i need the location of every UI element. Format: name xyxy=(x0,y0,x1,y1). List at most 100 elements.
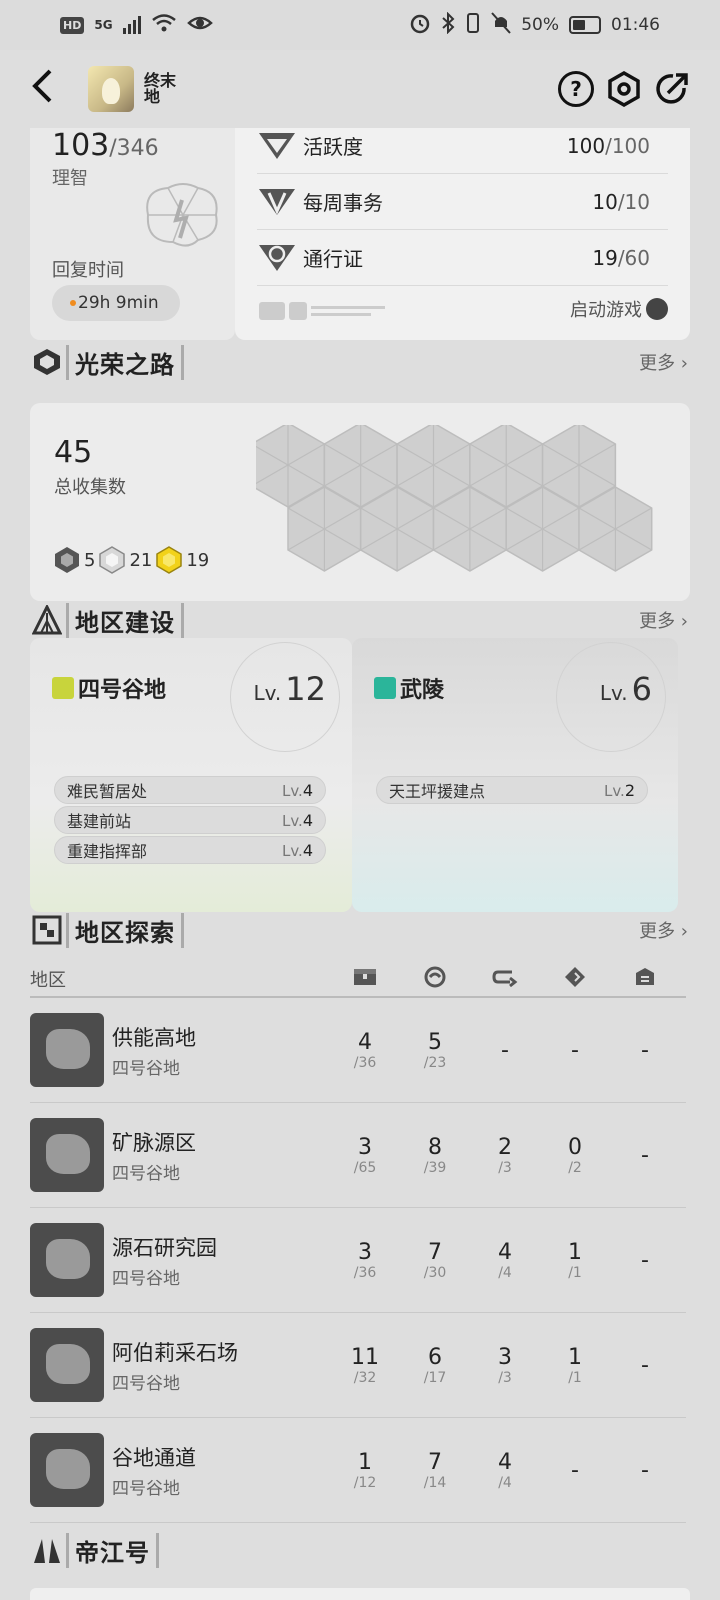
lv-value: 12 xyxy=(285,670,326,708)
dijiang-header: 帝江号 xyxy=(32,1530,688,1570)
cell: - xyxy=(540,1458,610,1483)
settings-hex-icon[interactable] xyxy=(606,71,642,107)
total-collected-label: 总收集数 xyxy=(54,477,126,498)
table-row[interactable]: 源石研究园 四号谷地 3/36 7/30 4/4 1/1 - xyxy=(30,1208,686,1313)
total-collected: 45 xyxy=(54,435,93,470)
cell-total: /36 xyxy=(353,1054,377,1071)
cell: - xyxy=(610,1353,680,1378)
more-link[interactable]: 更多 › xyxy=(639,607,688,633)
crate-icon xyxy=(610,965,680,994)
silver-badge-count: 21 xyxy=(129,549,153,571)
cell-value: 8 xyxy=(428,1134,442,1160)
launch-game-label: 启动游戏 xyxy=(570,300,642,321)
lv-value: 2 xyxy=(624,780,635,800)
cell: 1/1 xyxy=(540,1345,610,1386)
swirl-icon xyxy=(400,965,470,994)
cell-total: /30 xyxy=(423,1264,447,1281)
cell: 1/1 xyxy=(540,1240,610,1281)
lv-prefix: Lv. xyxy=(281,811,303,830)
stat-max: /60 xyxy=(617,245,650,270)
table-row[interactable]: 矿脉源区 四号谷地 3/65 8/39 2/3 0/2 - xyxy=(30,1103,686,1208)
facility-level: Lv.2 xyxy=(604,781,635,800)
back-button[interactable] xyxy=(30,68,80,111)
stat-row-activity: 活跃度 100/100 xyxy=(257,118,668,174)
hex-collection-grid xyxy=(256,425,653,572)
facility-name: 难民暂居处 xyxy=(67,782,148,801)
cell: - xyxy=(610,1143,680,1168)
cell: 1/12 xyxy=(330,1450,400,1491)
cell: - xyxy=(610,1038,680,1063)
status-left: HD 5G xyxy=(60,13,213,38)
cell: 5/23 xyxy=(400,1030,470,1071)
loop-icon xyxy=(470,966,540,993)
table-row[interactable]: 阿伯莉采石场 四号谷地 11/32 6/17 3/3 1/1 - xyxy=(30,1313,686,1418)
help-icon[interactable]: ? xyxy=(558,71,594,107)
lv-value: 4 xyxy=(302,810,313,830)
cell-total: /36 xyxy=(353,1264,377,1281)
cell: 6/17 xyxy=(400,1345,470,1386)
cell-value: 6 xyxy=(428,1344,442,1370)
stat-max: /10 xyxy=(617,189,650,214)
cell-total: /14 xyxy=(423,1474,447,1491)
cell-total: /3 xyxy=(498,1159,512,1176)
gold-badge-count: 19 xyxy=(186,549,210,571)
area-name: 源石研究园 xyxy=(112,1235,217,1260)
battery-icon xyxy=(569,16,601,34)
cell: - xyxy=(470,1038,540,1063)
lv-value: 4 xyxy=(302,840,313,860)
cell: - xyxy=(610,1458,680,1483)
cell: 3/36 xyxy=(330,1240,400,1281)
cell-total: /17 xyxy=(423,1369,447,1386)
sanity-current: 103 xyxy=(52,128,110,163)
cell-total: /23 xyxy=(423,1054,447,1071)
region-name: 四号谷地 xyxy=(52,672,166,704)
row-name: 供能高地 四号谷地 xyxy=(112,1022,330,1079)
cell: 4/36 xyxy=(330,1030,400,1071)
building-icon xyxy=(32,605,62,635)
facility-pill: 基建前站 Lv.4 xyxy=(54,806,326,834)
region-card-valley[interactable]: 四号谷地 Lv. 12 难民暂居处 Lv.4 基建前站 Lv.4 重建指挥部 Lv.4 xyxy=(30,638,352,912)
glory-icon xyxy=(34,349,60,375)
glory-card[interactable]: 45 总收集数 5 21 19 xyxy=(30,403,690,601)
mute-icon xyxy=(491,11,511,39)
bluetooth-icon xyxy=(441,11,455,39)
pass-icon xyxy=(259,244,295,271)
exploration-table-header: 地区 xyxy=(30,962,686,998)
cell-value: 3 xyxy=(358,1239,372,1265)
more-link[interactable]: 更多 › xyxy=(639,917,688,943)
cell-total: /1 xyxy=(568,1369,582,1386)
more-link[interactable]: 更多 › xyxy=(639,349,688,375)
cell: 4/4 xyxy=(470,1450,540,1491)
cell-value: 4 xyxy=(498,1239,512,1265)
cell: 2/3 xyxy=(470,1135,540,1176)
area-region: 四号谷地 xyxy=(112,1268,180,1289)
launch-game-button[interactable]: 启动游戏 xyxy=(570,296,668,322)
cell-total: /4 xyxy=(498,1474,512,1491)
gamepad-icon xyxy=(646,298,668,320)
cell: 3/3 xyxy=(470,1345,540,1386)
area-region: 四号谷地 xyxy=(112,1163,180,1184)
cell-value: 3 xyxy=(498,1344,512,1370)
cell-total: /1 xyxy=(568,1264,582,1281)
game-avatar[interactable] xyxy=(88,66,134,112)
stat-current: 19 xyxy=(592,245,618,270)
stats-card: 活跃度 100/100 每周事务 10/10 通行证 19/60 启动游戏 xyxy=(235,128,690,340)
region-card-wuling[interactable]: 武陵 Lv. 6 天王坪援建点 Lv.2 xyxy=(352,638,678,912)
eye-icon xyxy=(186,13,213,38)
region-tag-icon xyxy=(52,677,74,699)
table-row[interactable]: 供能高地 四号谷地 4/36 5/23 - - - xyxy=(30,998,686,1103)
cell: 0/2 xyxy=(540,1135,610,1176)
diamond-icon xyxy=(540,965,610,994)
share-icon[interactable] xyxy=(654,71,690,107)
area-name: 阿伯莉采石场 xyxy=(112,1340,238,1365)
endfield-icon xyxy=(259,132,295,159)
cell-total: /32 xyxy=(353,1369,377,1386)
cell-value: 4 xyxy=(358,1029,372,1055)
table-row[interactable]: 谷地通道 四号谷地 1/12 7/14 4/4 - - xyxy=(30,1418,686,1523)
sanity-card: 103/346 理智 回复时间 29h 9min xyxy=(30,128,235,340)
chest-icon xyxy=(330,967,400,992)
column-region: 地区 xyxy=(30,970,66,991)
region-level: Lv. 12 xyxy=(253,670,326,708)
cell-value: 0 xyxy=(568,1134,582,1160)
cell-value: 11 xyxy=(351,1344,379,1370)
